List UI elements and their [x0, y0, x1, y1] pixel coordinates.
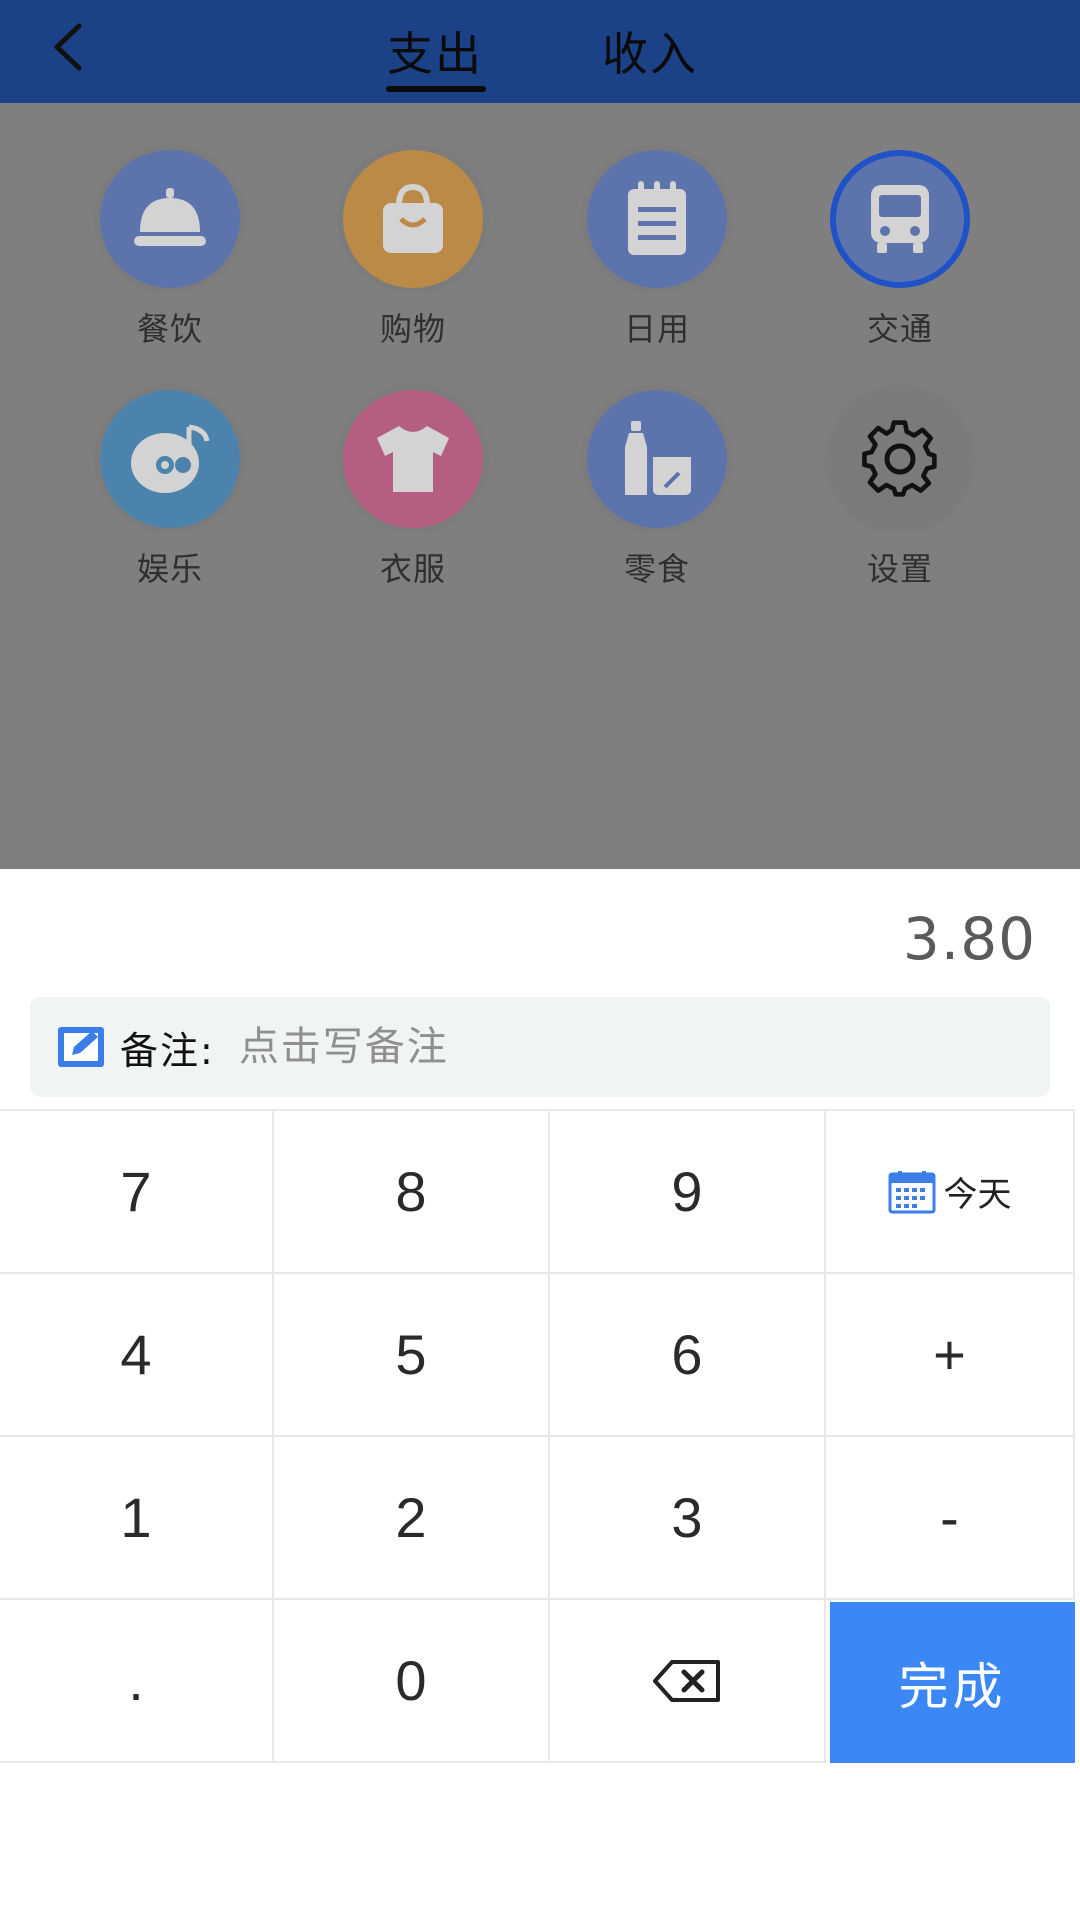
shopping-bag-icon — [383, 183, 443, 253]
note-label: 备注: — [120, 1028, 215, 1073]
key-7[interactable]: 7 — [0, 1111, 274, 1274]
key-2[interactable]: 2 — [274, 1437, 550, 1600]
note-input[interactable] — [238, 1024, 939, 1070]
key-0[interactable]: 0 — [274, 1600, 550, 1763]
category-label: 餐饮 — [136, 310, 203, 348]
header-bar: 支出 收入 — [0, 0, 1080, 103]
category-transport-circle — [830, 150, 970, 288]
category-dining[interactable]: 餐饮 — [90, 150, 250, 350]
key-8[interactable]: 8 — [274, 1111, 550, 1274]
amount-display: 3.80 — [902, 905, 1036, 973]
date-button[interactable]: 今天 — [826, 1111, 1075, 1274]
tab-bar: 支出 收入 — [0, 0, 1080, 103]
key-5[interactable]: 5 — [274, 1274, 550, 1437]
category-shopping[interactable]: 购物 — [333, 150, 493, 350]
key-6[interactable]: 6 — [550, 1274, 826, 1437]
bus-icon — [871, 185, 929, 253]
category-label: 衣服 — [379, 550, 446, 588]
tshirt-icon — [377, 426, 449, 492]
date-label: 今天 — [943, 1175, 1012, 1215]
decimal-key[interactable]: . — [0, 1600, 274, 1763]
category-snacks-circle — [587, 390, 727, 528]
number-keypad: 7 8 9 今天 4 5 6 + 1 2 3 - . 0 完成 — [0, 1109, 1075, 1763]
backspace-icon — [653, 1659, 720, 1702]
cloche-icon — [134, 188, 206, 246]
category-label: 购物 — [379, 310, 446, 348]
edit-note-icon — [56, 1025, 106, 1069]
minus-key[interactable]: - — [826, 1437, 1075, 1600]
category-label: 交通 — [866, 310, 933, 348]
gear-icon — [862, 420, 937, 497]
key-1[interactable]: 1 — [0, 1437, 274, 1600]
notepad-icon — [628, 181, 686, 255]
note-bar[interactable]: 备注: — [30, 997, 1050, 1097]
key-3[interactable]: 3 — [550, 1437, 826, 1600]
category-daily[interactable]: 日用 — [577, 150, 737, 350]
category-entertainment-circle — [100, 390, 240, 528]
backspace-key[interactable] — [550, 1600, 826, 1763]
category-transport[interactable]: 交通 — [820, 150, 980, 350]
plus-key[interactable]: + — [826, 1274, 1075, 1437]
category-settings[interactable]: 设置 — [820, 390, 980, 590]
category-label: 日用 — [623, 310, 690, 348]
key-4[interactable]: 4 — [0, 1274, 274, 1437]
entry-panel: 3.80 备注: 7 8 9 — [0, 869, 1080, 1920]
category-label: 设置 — [866, 550, 933, 588]
category-daily-circle — [587, 150, 727, 288]
calendar-icon — [888, 1170, 935, 1213]
tab-income[interactable]: 收入 — [600, 10, 700, 94]
tab-expense[interactable]: 支出 — [385, 10, 485, 94]
category-clothes-circle — [343, 390, 483, 528]
category-snacks[interactable]: 零食 — [577, 390, 737, 590]
music-disc-icon — [131, 424, 210, 493]
active-tab-indicator — [386, 86, 486, 92]
category-settings-circle — [830, 390, 970, 528]
category-label: 娱乐 — [136, 550, 203, 588]
category-entertainment[interactable]: 娱乐 — [90, 390, 250, 590]
snack-icon — [625, 421, 691, 495]
done-button[interactable]: 完成 — [830, 1602, 1075, 1763]
category-dining-circle — [100, 150, 240, 288]
key-9[interactable]: 9 — [550, 1111, 826, 1274]
category-shopping-circle — [343, 150, 483, 288]
category-clothes[interactable]: 衣服 — [333, 390, 493, 590]
category-label: 零食 — [623, 550, 690, 588]
